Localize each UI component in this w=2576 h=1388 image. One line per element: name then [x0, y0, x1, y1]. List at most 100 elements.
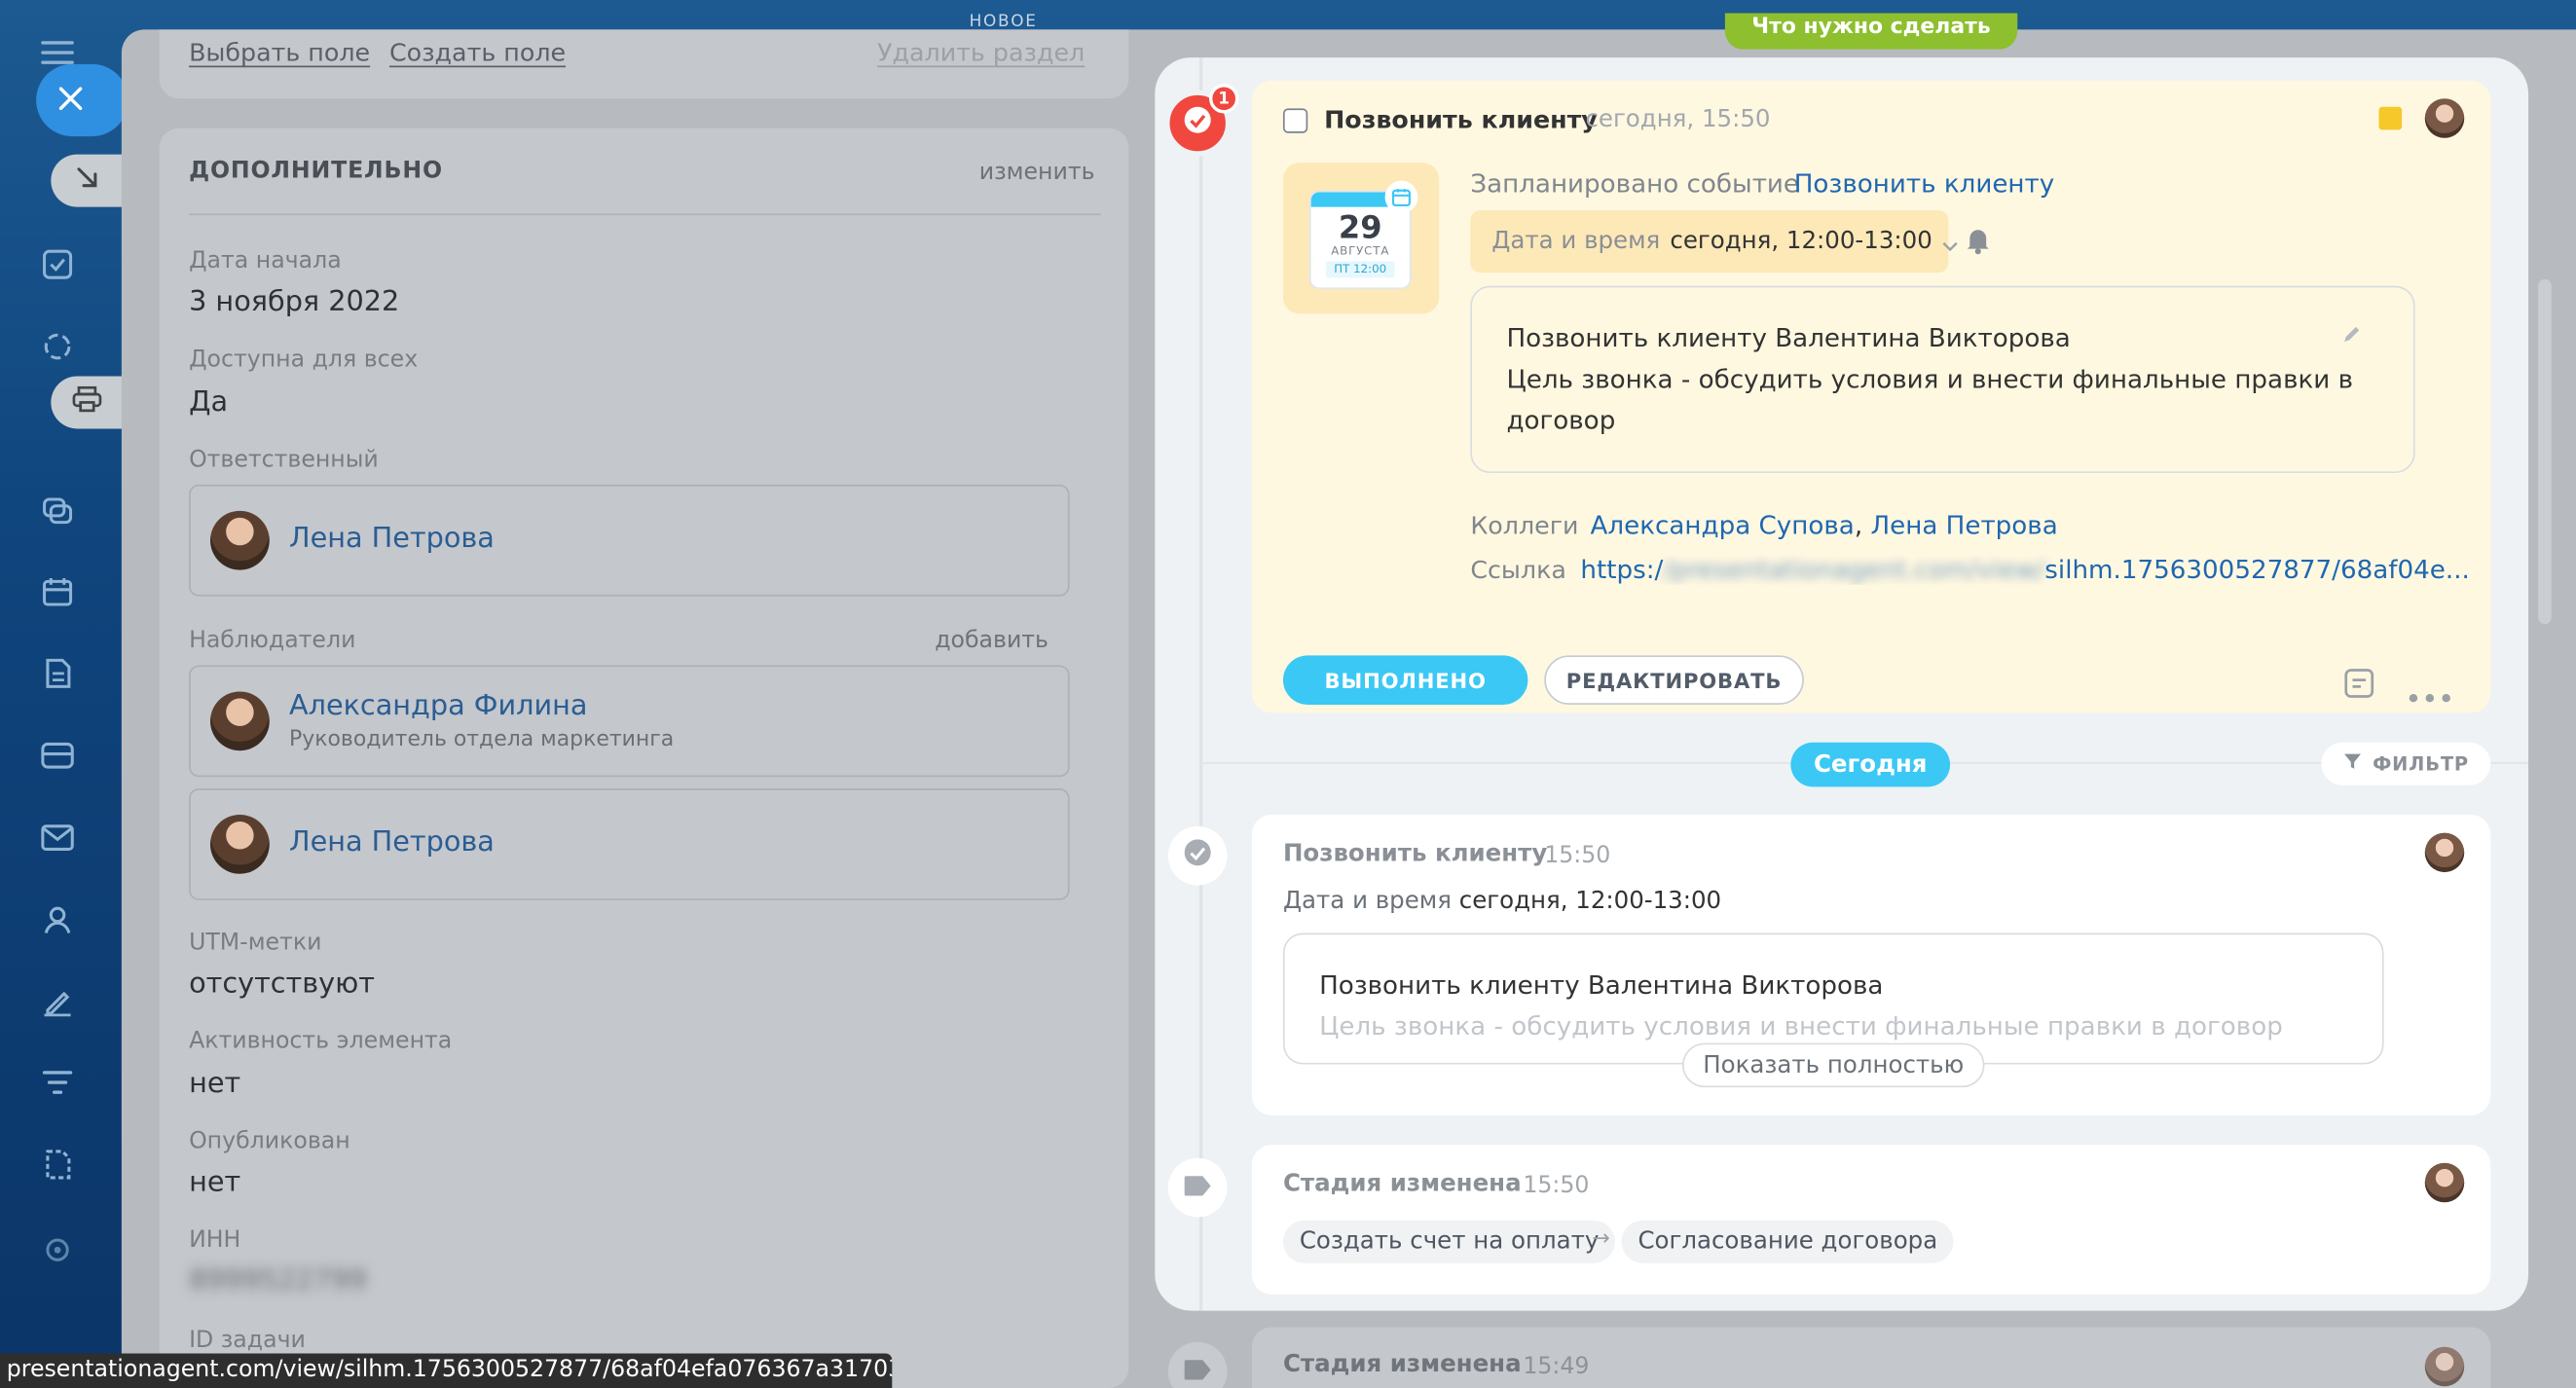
activity-title[interactable]: Позвонить клиенту [1324, 105, 1598, 134]
datetime-label: Дата и время [1491, 228, 1661, 255]
calendar-tile: 29 АВГУСТА ПТ 12:00 [1282, 163, 1440, 314]
history-time: 15:49 [1523, 1353, 1590, 1380]
history-title: Стадия изменена [1282, 1351, 1522, 1378]
edit-section-link[interactable]: изменить [979, 160, 1095, 186]
report-icon[interactable] [36, 1144, 79, 1187]
task-id-label: ID задачи [189, 1327, 306, 1354]
funnel-icon[interactable] [36, 1061, 79, 1104]
edit-button[interactable]: РЕДАКТИРОВАТЬ [1544, 655, 1804, 705]
scrollbar[interactable] [2538, 278, 2552, 625]
observer-item[interactable]: Александра Филина Руководитель отдела ма… [189, 665, 1070, 778]
sign-icon[interactable] [36, 979, 79, 1022]
status-url: presentationagent.com/view/silhm.1756300… [0, 1353, 893, 1388]
available-value: Да [189, 385, 229, 420]
published-label: Опубликован [189, 1128, 350, 1155]
settings-icon[interactable] [36, 1228, 79, 1271]
history-title: Стадия изменена [1282, 1171, 1522, 1198]
description-line: Цель звонка - обсудить условия и внести … [1319, 1011, 2283, 1041]
add-observer-link[interactable]: добавить [935, 628, 1049, 654]
todo-pill: Что нужно сделать [1724, 13, 2018, 50]
note-icon[interactable] [2342, 667, 2375, 707]
left-nav [0, 0, 129, 1388]
more-icon[interactable] [2409, 678, 2451, 710]
bell-icon[interactable] [1965, 225, 1991, 261]
create-field-link[interactable]: Создать поле [389, 38, 566, 67]
activity-url[interactable]: https://presentationagent.com/view/silhm… [1580, 555, 2467, 584]
responsible-label: Ответственный [189, 447, 379, 473]
scheduled-link[interactable]: Позвонить клиенту [1794, 169, 2054, 199]
avatar[interactable] [2424, 832, 2465, 873]
filter-button[interactable]: ФИЛЬТР [2321, 742, 2491, 785]
today-pill: Сегодня [1790, 742, 1951, 787]
minimize-button[interactable] [51, 154, 124, 207]
tag-icon [1183, 1356, 1212, 1387]
avatar[interactable] [2424, 1162, 2465, 1203]
contacts-icon[interactable] [36, 898, 79, 941]
timeline-panel: 1 Позвонить клиенту сегодня, 15:50 29 АВ… [1155, 57, 2529, 1311]
crm-icon[interactable] [36, 325, 79, 368]
description-box[interactable]: Позвонить клиенту Валентина Викторова Це… [1470, 285, 2415, 473]
check-circle-icon [1183, 105, 1212, 141]
calendar-icon[interactable] [36, 570, 79, 613]
calendar-small-icon [1384, 180, 1418, 214]
avatar [210, 691, 270, 751]
select-field-link[interactable]: Выбрать поле [189, 38, 370, 67]
activity-value: нет [189, 1067, 241, 1101]
start-date-label: Дата начала [189, 247, 342, 274]
observer-item[interactable]: Лена Петрова [189, 788, 1070, 900]
show-full-button[interactable]: Показать полностью [1682, 1042, 1985, 1088]
responsible-name[interactable]: Лена Петрова [289, 523, 495, 556]
start-date-value: 3 ноября 2022 [189, 285, 400, 319]
avatar [210, 510, 270, 570]
print-button[interactable] [51, 376, 124, 429]
check-circle-icon [1183, 838, 1212, 874]
tasks-icon[interactable] [36, 243, 79, 286]
color-tag[interactable] [2378, 106, 2403, 130]
activity-card: Позвонить клиенту сегодня, 15:50 29 АВГУ… [1251, 80, 2491, 713]
link-label: Ссылка [1470, 555, 1566, 585]
calendar-month: АВГУСТА [1331, 244, 1390, 258]
avatar [2424, 1346, 2465, 1387]
datetime-selector[interactable]: Дата и время сегодня, 12:00-13:00 [1470, 210, 1958, 274]
done-button[interactable]: ВЫПОЛНЕНО [1282, 655, 1528, 705]
close-panel-button[interactable] [36, 63, 129, 137]
avatar [210, 815, 270, 874]
card-icon[interactable] [36, 734, 79, 777]
history-time: 15:50 [1544, 842, 1611, 869]
inn-label: ИНН [189, 1226, 241, 1254]
observers-label: Наблюдатели [189, 627, 356, 654]
available-label: Доступна для всех [189, 347, 419, 374]
utm-label: UTM-метки [189, 930, 322, 957]
colleague-link[interactable]: Александра Супова [1591, 511, 1855, 540]
tag-icon [1183, 1172, 1212, 1203]
app-root: НОВОЕ Выбрать поле Создать поле Удалить … [0, 0, 2576, 1388]
timeline-line [1198, 57, 1203, 1311]
activity-time: сегодня, 15:50 [1585, 106, 1771, 133]
utm-value: отсутствуют [189, 967, 376, 1001]
timeline-check-dot [1167, 825, 1228, 886]
mail-icon[interactable] [36, 817, 79, 859]
pencil-icon[interactable] [2341, 320, 2363, 351]
close-icon [58, 85, 83, 116]
description-line: договор [1506, 405, 1616, 436]
observer-role: Руководитель отдела маркетинга [289, 727, 675, 752]
history-card: Позвонить клиенту 15:50 Дата и время сег… [1251, 815, 2491, 1115]
inn-value: 8999522799 [189, 1264, 367, 1298]
responsible-user[interactable]: Лена Петрова [189, 484, 1070, 597]
observer-name[interactable]: Александра Филина [289, 690, 587, 723]
stage-from-chip: Создать счет на оплату [1282, 1220, 1616, 1263]
delete-section-link[interactable]: Удалить раздел [877, 38, 1085, 67]
history-card: Стадия изменена 15:49 [1251, 1327, 2491, 1388]
history-time: 15:50 [1523, 1172, 1590, 1199]
history-title: Позвонить клиенту [1282, 841, 1548, 867]
divider [189, 213, 1101, 216]
activity-label: Активность элемента [189, 1028, 453, 1055]
avatar[interactable] [2424, 98, 2465, 138]
colleagues-list: Александра Супова, Лена Петрова [1590, 510, 2058, 541]
observer-name[interactable]: Лена Петрова [289, 826, 495, 859]
task-checkbox[interactable] [1282, 108, 1308, 133]
colleague-link[interactable]: Лена Петрова [1870, 511, 2057, 540]
description-line: Позвонить клиенту Валентина Викторова [1319, 970, 1884, 1001]
document-icon[interactable] [36, 652, 79, 695]
chat-icon[interactable] [36, 490, 79, 532]
